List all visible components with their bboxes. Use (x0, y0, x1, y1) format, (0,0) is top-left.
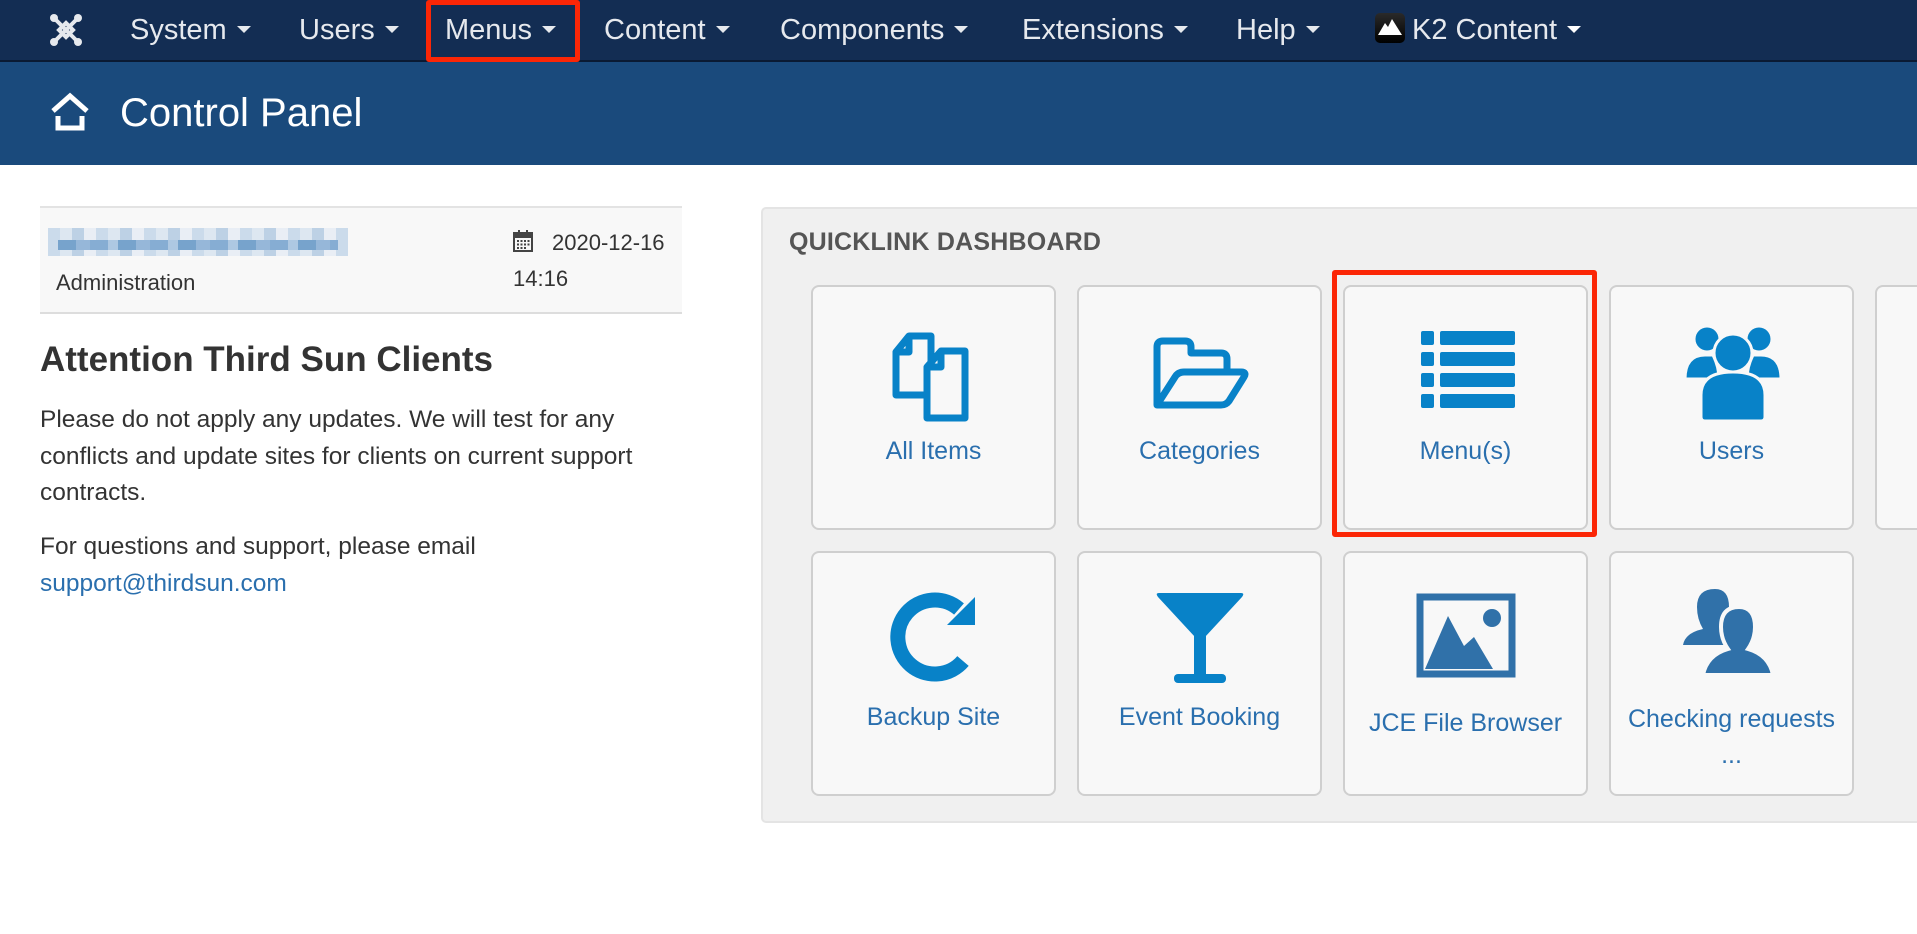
support-email-link[interactable]: support@thirdsun.com (40, 570, 287, 597)
page-title: Control Panel (120, 91, 363, 135)
quicklink-dashboard-title: QUICKLINK DASHBOARD (789, 228, 1102, 256)
joomla-logo-icon[interactable] (48, 12, 84, 48)
caret-down-icon (715, 25, 730, 33)
tile-checking-requests[interactable]: Checking requests ... (1609, 551, 1854, 796)
tile-label: Categories (1139, 437, 1260, 465)
caret-down-icon (542, 25, 557, 33)
tile-label: Checking requests ... (1627, 705, 1836, 769)
cocktail-glass-icon (1145, 583, 1255, 693)
notice-contact: For questions and support, please email … (40, 529, 680, 602)
tile-backup-site[interactable]: Backup Site (811, 551, 1056, 796)
top-navbar: System Users Menus Content Components Ex… (0, 0, 1917, 62)
two-users-icon (1677, 589, 1787, 699)
notice-heading: Attention Third Sun Clients (40, 340, 494, 379)
tile-menus[interactable]: Menu(s) (1343, 285, 1588, 530)
tile-users[interactable]: Users (1609, 285, 1854, 530)
time-text: 14:16 (513, 266, 569, 291)
caret-down-icon (954, 25, 969, 33)
nav-components-label: Components (780, 14, 945, 46)
tile-partial[interactable] (1875, 285, 1917, 530)
caret-down-icon (1567, 25, 1582, 33)
user-role: Administration (56, 270, 196, 295)
notice-paragraph: Please do not apply any updates. We will… (40, 406, 633, 506)
list-icon (1411, 317, 1521, 427)
nav-system-label: System (130, 14, 227, 46)
nav-menus[interactable]: Menus (445, 0, 557, 60)
nav-components[interactable]: Components (780, 0, 969, 60)
user-info-box: Administration 2020-12-16 14:16 (40, 206, 682, 314)
refresh-icon (879, 583, 989, 693)
nav-help[interactable]: Help (1236, 0, 1320, 60)
nav-users[interactable]: Users (299, 0, 399, 60)
date-text: 2020-12-16 (552, 230, 665, 255)
nav-system[interactable]: System (130, 0, 251, 60)
page-header: Control Panel (0, 62, 1917, 165)
nav-extensions-label: Extensions (1022, 14, 1164, 46)
nav-help-label: Help (1236, 14, 1296, 46)
blurred-user-name (48, 228, 348, 256)
folder-open-icon (1145, 317, 1255, 427)
tile-all-items[interactable]: All Items (811, 285, 1056, 530)
nav-k2-content-label: K2 Content (1412, 14, 1558, 46)
nav-content-label: Content (604, 14, 706, 46)
home-icon (50, 92, 90, 132)
tile-label: Backup Site (866, 703, 1001, 731)
calendar-icon (513, 230, 533, 252)
tile-label: All Items (885, 437, 982, 465)
tile-label: Menu(s) (1419, 437, 1512, 465)
caret-down-icon (236, 25, 251, 33)
tile-jce-file-browser[interactable]: JCE File Browser (1343, 551, 1588, 796)
k2-mountain-icon (1375, 13, 1405, 44)
nav-users-label: Users (299, 14, 375, 46)
caret-down-icon (384, 25, 399, 33)
tile-label: JCE File Browser (1368, 709, 1563, 737)
notice-contact-text: For questions and support, please email (40, 533, 476, 560)
nav-menus-label: Menus (445, 14, 533, 46)
tile-event-booking[interactable]: Event Booking (1077, 551, 1322, 796)
nav-content[interactable]: Content (604, 0, 730, 60)
tile-label: Users (1698, 437, 1765, 465)
tile-label: Event Booking (1118, 703, 1281, 731)
users-group-icon (1677, 317, 1787, 427)
caret-down-icon (1173, 25, 1188, 33)
image-icon (1411, 593, 1521, 703)
copy-documents-icon (879, 317, 989, 427)
nav-k2-content[interactable]: K2 Content (1375, 0, 1582, 60)
caret-down-icon (1305, 25, 1320, 33)
tile-categories[interactable]: Categories (1077, 285, 1322, 530)
nav-extensions[interactable]: Extensions (1022, 0, 1188, 60)
